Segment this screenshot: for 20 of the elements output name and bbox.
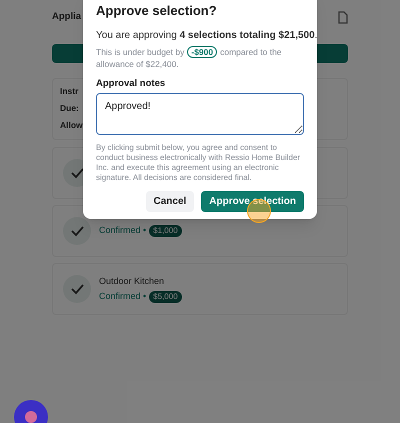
difference-badge: -$900	[187, 46, 218, 58]
budget-text: compared to the	[220, 46, 282, 58]
item-name: Outdoor Kitchen	[99, 274, 166, 288]
amount-badge: $5,000	[149, 290, 182, 303]
notes-label: Approval notes	[96, 77, 166, 90]
detail-label: Due:	[60, 102, 79, 114]
notes-field[interactable]: Approved!	[96, 93, 304, 135]
cancel-button[interactable]: Cancel	[146, 191, 194, 212]
page-title: Applia	[52, 10, 82, 24]
detail-label: Allow	[60, 119, 83, 131]
budget-text: This is under budget by	[96, 46, 184, 58]
dialog-title: Approve selection?	[96, 2, 218, 20]
disclaimer-text: By clicking submit below, you agree and consent to conduct business electronically with Ressio Home Builder Inc. and execute this agreement using an electronic signature. All decisions are considered final.	[96, 143, 302, 183]
item-status: Confirmed •	[99, 290, 146, 303]
file-icon[interactable]	[338, 10, 348, 24]
detail-label: Instr	[60, 85, 78, 97]
budget-text: allowance of $22,400.	[96, 58, 179, 70]
amount-badge: $1,000	[149, 225, 182, 237]
summary-text: You are approving 4 selections totaling $21,500.	[96, 29, 318, 43]
item-status: Confirmed •	[99, 224, 146, 238]
